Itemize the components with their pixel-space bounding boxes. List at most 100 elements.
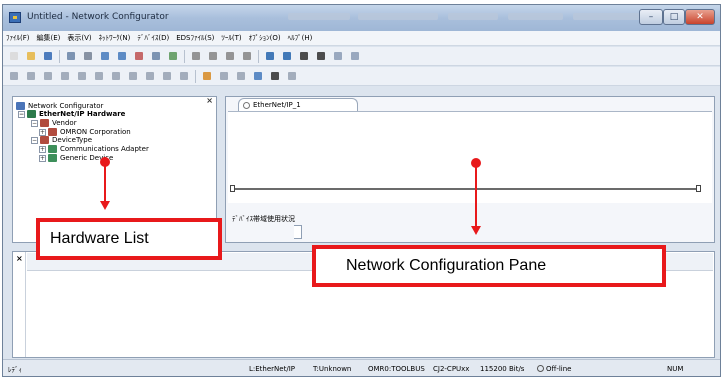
arrow-down-icon[interactable] <box>92 69 106 83</box>
network-icon <box>16 102 25 110</box>
online-icon[interactable] <box>166 49 180 63</box>
tree-item-label: Communications Adapter <box>60 145 149 153</box>
properties-icon[interactable] <box>64 49 78 63</box>
annotation-arrowhead <box>100 201 110 210</box>
settings-icon[interactable] <box>7 69 21 83</box>
tree-item[interactable]: + Communications Adapter <box>39 145 149 153</box>
tree-item[interactable]: Network Configurator <box>16 102 103 110</box>
grid-icon[interactable] <box>314 49 328 63</box>
status-baud: 115200 Bit/s <box>480 365 525 373</box>
menu-device[interactable]: ﾃﾞﾊﾞｲｽ(D) <box>137 33 169 43</box>
cut-icon[interactable] <box>189 49 203 63</box>
delete-icon[interactable] <box>240 49 254 63</box>
undo-icon[interactable] <box>331 49 345 63</box>
zoom-icon[interactable] <box>143 69 157 83</box>
download-icon[interactable] <box>115 49 129 63</box>
tree-item-label: Vendor <box>52 119 77 127</box>
collapse-icon[interactable]: − <box>31 136 38 144</box>
network-canvas[interactable] <box>228 111 712 203</box>
monitor-icon[interactable] <box>149 49 163 63</box>
window-title: Untitled - Network Configurator <box>27 12 169 22</box>
app-window: Untitled - Network Configurator – □ ✕ ﾌｧ… <box>2 4 721 377</box>
tree-item[interactable]: − Vendor <box>31 119 77 127</box>
edit-icon[interactable] <box>41 69 55 83</box>
menu-eds-file[interactable]: EDSﾌｧｲﾙ(S) <box>176 33 214 43</box>
save-icon[interactable] <box>41 49 55 63</box>
minimize-button[interactable]: – <box>639 9 663 25</box>
monitor2-icon[interactable] <box>126 69 140 83</box>
find-icon[interactable] <box>268 69 282 83</box>
status-network: L:EtherNet/IP <box>249 365 295 373</box>
close-icon[interactable]: × <box>206 96 213 105</box>
bus-terminator-right[interactable] <box>696 185 701 192</box>
tree-item-label: EtherNet/IP Hardware <box>39 110 126 118</box>
network-config-pane: EtherNet/IP_1 ﾃﾞﾊﾞｲｽ帯域使用状況 <box>225 96 715 243</box>
main-toolbar <box>3 47 720 66</box>
folder-icon <box>40 136 49 144</box>
device-icon <box>48 154 57 162</box>
menu-options[interactable]: ｵﾌﾟｼｮﾝ(O) <box>249 33 281 43</box>
menu-file[interactable]: ﾌｧｲﾙ(F) <box>6 33 30 43</box>
close-button[interactable]: ✕ <box>685 9 715 25</box>
open-icon[interactable] <box>24 49 38 63</box>
tab-ethernet-ip-1[interactable]: EtherNet/IP_1 <box>238 98 358 111</box>
network-bus-line[interactable] <box>233 188 697 190</box>
compare-icon[interactable] <box>132 49 146 63</box>
alarm-icon[interactable] <box>217 69 231 83</box>
redo-icon[interactable] <box>348 49 362 63</box>
upload-icon[interactable] <box>98 49 112 63</box>
folder-icon <box>48 128 57 136</box>
toolbar-separator <box>184 49 185 63</box>
io-icon[interactable] <box>24 69 38 83</box>
maximize-button[interactable]: □ <box>663 9 685 25</box>
menu-help[interactable]: ﾍﾙﾌﾟ(H) <box>288 33 313 43</box>
bus-terminator-left[interactable] <box>230 185 235 192</box>
collapse-icon[interactable]: − <box>18 110 25 118</box>
check-icon[interactable] <box>109 69 123 83</box>
bandwidth-usage-box <box>294 225 302 239</box>
menu-edit[interactable]: 編集(E) <box>37 33 61 43</box>
expand-icon[interactable]: + <box>39 128 46 136</box>
close-icon[interactable]: × <box>16 254 23 263</box>
edit2-icon[interactable] <box>58 69 72 83</box>
help-icon[interactable] <box>285 69 299 83</box>
tree-item-label: Network Configurator <box>28 102 104 110</box>
tree-item[interactable]: − EtherNet/IP Hardware <box>18 110 125 118</box>
copy-icon[interactable] <box>206 49 220 63</box>
tree-item[interactable]: + OMRON Corporation <box>39 128 131 136</box>
new-icon[interactable] <box>7 49 21 63</box>
status-numlock: NUM <box>667 365 684 373</box>
arrow-up-icon[interactable] <box>75 69 89 83</box>
app-icon <box>9 12 21 23</box>
menu-bar: ﾌｧｲﾙ(F) 編集(E) 表示(V) ﾈｯﾄﾜｰｸ(N) ﾃﾞﾊﾞｲｽ(D) … <box>3 31 720 46</box>
expand-icon[interactable]: + <box>39 145 46 153</box>
tree-item[interactable]: − DeviceType <box>31 136 92 144</box>
paste-icon[interactable] <box>223 49 237 63</box>
menu-view[interactable]: 表示(V) <box>67 33 91 43</box>
parameter-icon[interactable] <box>280 49 294 63</box>
menu-network[interactable]: ﾈｯﾄﾜｰｸ(N) <box>99 33 131 43</box>
toolbar-separator <box>195 69 196 83</box>
report-icon[interactable] <box>234 69 248 83</box>
status-bar: ﾚﾃﾞｨ L:EtherNet/IP T:Unknown OMR0:TOOLBU… <box>3 359 720 376</box>
map-icon[interactable] <box>200 69 214 83</box>
table-icon[interactable] <box>297 49 311 63</box>
print-icon[interactable] <box>81 49 95 63</box>
register-icon[interactable] <box>263 49 277 63</box>
list-icon[interactable] <box>160 69 174 83</box>
title-blur-strip <box>358 13 438 20</box>
graph-icon[interactable] <box>177 69 191 83</box>
network-pane-label: Network Configuration Pane <box>312 245 666 287</box>
menu-tools[interactable]: ﾂｰﾙ(T) <box>221 33 241 43</box>
title-bar[interactable]: Untitled - Network Configurator – □ ✕ <box>3 5 720 31</box>
window-icon[interactable] <box>251 69 265 83</box>
status-ready: ﾚﾃﾞｨ <box>8 366 22 374</box>
tree-item-label: DeviceType <box>52 136 93 144</box>
network-tab-icon <box>243 101 250 109</box>
collapse-icon[interactable]: − <box>31 119 38 127</box>
output-splitter[interactable] <box>25 252 26 357</box>
connection-status-icon <box>537 365 544 372</box>
expand-icon[interactable]: + <box>39 154 46 162</box>
status-port: OMR0:TOOLBUS <box>368 365 425 373</box>
title-blur-strip <box>448 13 498 20</box>
